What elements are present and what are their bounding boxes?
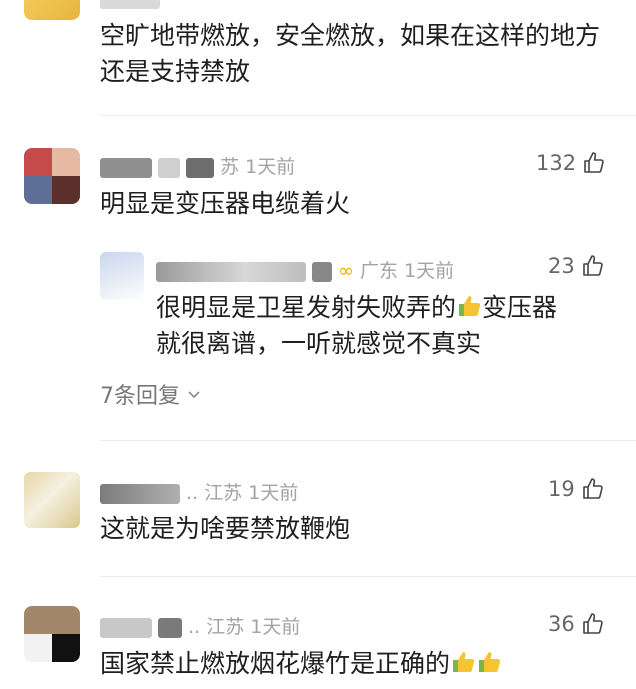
thumbs-up-icon xyxy=(582,613,603,634)
more-replies-link[interactable]: 7条回复 xyxy=(100,378,202,410)
thumbs-up-emoji-icon xyxy=(453,652,475,672)
comment-location-time: 江苏 1天前 xyxy=(206,616,301,638)
like-button[interactable]: 19 xyxy=(548,477,605,501)
thumbs-up-emoji-icon xyxy=(479,652,501,672)
like-button[interactable]: 36 xyxy=(548,612,605,636)
username-blurred[interactable] xyxy=(100,617,152,638)
avatar[interactable] xyxy=(24,606,80,662)
thumbs-up-icon xyxy=(584,152,604,173)
thumbs-up-icon xyxy=(582,255,603,276)
comment-text: 明显是变压器电缆着火 xyxy=(100,189,351,218)
like-count: 132 xyxy=(536,151,577,175)
reply-meta: ∞ 广东 1天前 xyxy=(156,256,454,283)
avatar[interactable] xyxy=(24,0,80,20)
comment-location-time: 苏 1天前 xyxy=(220,156,296,178)
avatar[interactable] xyxy=(24,148,80,204)
username-blurred[interactable] xyxy=(100,157,152,178)
like-button[interactable]: 132 xyxy=(536,151,606,175)
comment-meta: .. 江苏 1天前 xyxy=(100,478,298,505)
divider xyxy=(100,115,636,116)
like-count: 19 xyxy=(548,477,575,501)
comment-text: 这就是为啥要禁放鞭炮 xyxy=(100,514,351,543)
like-button[interactable]: 23 xyxy=(548,254,605,278)
avatar[interactable] xyxy=(100,252,144,300)
comment-text: 国家禁止燃放烟花爆竹是正确的 xyxy=(100,646,502,682)
username-blurred[interactable] xyxy=(156,261,306,282)
avatar[interactable] xyxy=(24,472,80,528)
reply-text: 很明显是卫星发射失败弄的 变压器 就很离谱，一听就感觉不真实 xyxy=(156,293,558,358)
reply-location-time: 广东 1天前 xyxy=(359,260,455,282)
divider xyxy=(100,440,636,441)
comment-meta: 苏 1天前 xyxy=(100,152,295,179)
thumbs-up-icon xyxy=(582,478,603,499)
username-blurred[interactable] xyxy=(100,483,180,504)
thumbs-up-emoji-icon xyxy=(459,296,481,316)
comment-text: 空旷地带燃放，安全燃放，如果在这样的地方还是支持禁放 xyxy=(100,21,601,86)
chevron-down-icon xyxy=(188,391,200,399)
like-count: 36 xyxy=(548,612,575,636)
comment-location-time: 江苏 1天前 xyxy=(204,482,299,504)
like-count: 23 xyxy=(548,254,575,278)
comment-meta: .. 江苏 1天前 xyxy=(100,612,300,639)
divider xyxy=(100,576,636,577)
comment-meta-partial xyxy=(100,0,160,10)
